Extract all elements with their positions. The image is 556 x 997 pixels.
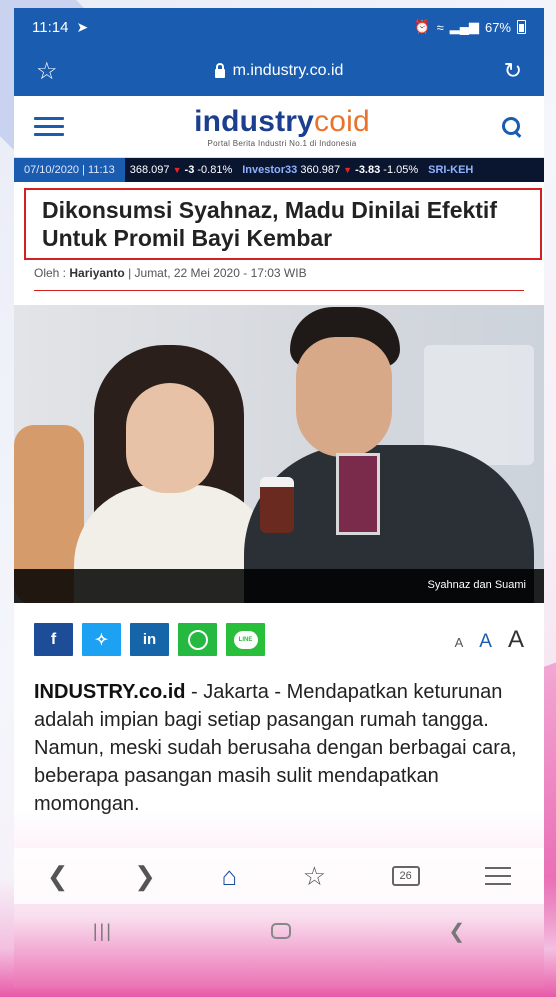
status-bar: 11:14 ➤ ⏰ ≈ ▂▄▆ 67%: [14, 8, 544, 46]
author-link[interactable]: Hariyanto: [69, 266, 124, 280]
ticker-item: 368.097 ▼ -3 -0.81%: [129, 164, 233, 176]
honey-jar: [260, 477, 294, 533]
telegram-icon: ➤: [76, 18, 89, 35]
wifi-icon: ≈: [436, 19, 444, 35]
image-caption: Syahnaz dan Suami: [14, 569, 544, 603]
home-icon[interactable]: ⌂: [222, 861, 238, 892]
line-icon: LINE: [233, 630, 258, 649]
back-icon[interactable]: ❮: [47, 861, 69, 892]
site-tagline: Portal Berita Industri No.1 di Indonesia: [207, 138, 357, 148]
address-bar: ☆ m.industry.co.id ↻: [14, 46, 544, 96]
facebook-icon: f: [50, 630, 57, 648]
alarm-icon: ⏰: [414, 19, 431, 34]
lock-icon: [214, 62, 225, 78]
twitter-share-button[interactable]: ✧: [82, 623, 121, 656]
site-header: industrycoid Portal Berita Industri No.1…: [14, 96, 544, 158]
whatsapp-icon: [187, 629, 208, 650]
linkedin-share-button[interactable]: in: [130, 623, 169, 656]
signal-icon: ▂▄▆: [449, 19, 479, 34]
share-bar: f ✧ in LINE A A A: [34, 623, 524, 656]
battery-percent: 67%: [484, 19, 511, 35]
forward-icon[interactable]: ❯: [134, 861, 156, 892]
lead-source: INDUSTRY.co.id: [34, 681, 186, 703]
article-photo: Syahnaz dan Suami: [14, 305, 544, 603]
home-button-icon[interactable]: [270, 923, 291, 939]
bookmark-star-icon[interactable]: ☆: [36, 57, 66, 86]
line-share-button[interactable]: LINE: [226, 623, 265, 656]
menu-icon[interactable]: [485, 867, 512, 885]
twitter-icon: ✧: [94, 631, 109, 649]
menu-icon[interactable]: [34, 117, 64, 136]
tabs-button[interactable]: 26: [391, 866, 420, 886]
font-medium-button[interactable]: A: [479, 631, 492, 653]
status-indicators: ⏰ ≈ ▂▄▆ 67%: [414, 19, 526, 35]
facebook-share-button[interactable]: f: [34, 623, 73, 656]
headline-highlight: Dikonsumsi Syahnaz, Madu Dinilai Efektif…: [24, 188, 542, 260]
bookmarks-icon[interactable]: ☆: [303, 861, 326, 892]
site-logo[interactable]: industrycoid Portal Berita Industri No.1…: [64, 104, 500, 148]
url-text: m.industry.co.id: [232, 62, 344, 79]
article-headline: Dikonsumsi Syahnaz, Madu Dinilai Efektif…: [42, 197, 497, 251]
ticker-item: SRI-KEH: [428, 164, 474, 176]
logo-text: industry: [194, 104, 315, 138]
status-time: 11:14: [32, 18, 69, 36]
ticker-date: 07/10/2020 | 11:13: [14, 158, 125, 182]
reload-icon[interactable]: ↻: [492, 58, 522, 84]
article-body: INDUSTRY.co.id - Jakarta - Mendapatkan k…: [34, 678, 524, 818]
linkedin-icon: in: [142, 631, 157, 648]
stock-ticker: 07/10/2020 | 11:13 368.097 ▼ -3 -0.81% I…: [14, 158, 544, 182]
article: Dikonsumsi Syahnaz, Madu Dinilai Efektif…: [14, 188, 544, 818]
font-size-controls: A A A: [455, 626, 524, 654]
down-arrow-icon: ▼: [172, 165, 182, 175]
back-nav-icon[interactable]: ❮: [448, 919, 465, 944]
recent-apps-icon[interactable]: |||: [93, 921, 113, 942]
search-icon[interactable]: [500, 115, 524, 139]
down-arrow-icon: ▼: [343, 165, 353, 175]
font-small-button[interactable]: A: [455, 635, 464, 650]
logo-ext: coid: [314, 104, 370, 138]
phone-screen: 11:14 ➤ ⏰ ≈ ▂▄▆ 67% ☆ m.industry.co.id ↻…: [14, 8, 544, 988]
article-byline: Oleh : Hariyanto | Jumat, 22 Mei 2020 - …: [34, 266, 524, 291]
battery-icon: [517, 20, 526, 34]
publish-date: | Jumat, 22 Mei 2020 - 17:03 WIB: [128, 266, 307, 280]
android-nav-bar: ||| ❮: [14, 904, 544, 958]
whatsapp-share-button[interactable]: [178, 623, 217, 656]
font-large-button[interactable]: A: [508, 626, 524, 654]
url-field[interactable]: m.industry.co.id: [66, 62, 492, 80]
product-box: [336, 453, 380, 535]
browser-toolbar: ❮ ❯ ⌂ ☆ 26: [14, 848, 544, 904]
ticker-item: Investor33 360.987 ▼ -3.83 -1.05%: [242, 164, 419, 176]
